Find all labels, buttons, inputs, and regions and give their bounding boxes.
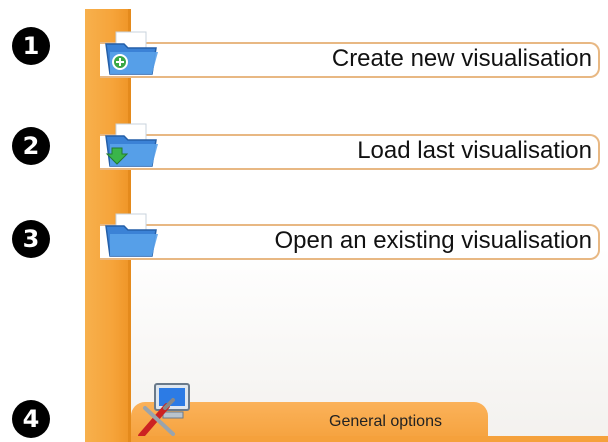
callout-badge-4: 4 xyxy=(12,400,50,438)
load-last-visualisation-button[interactable]: Load last visualisation xyxy=(100,123,600,170)
callout-badge-2: 2 xyxy=(12,127,50,165)
callout-badge-3: 3 xyxy=(12,220,50,258)
bottom-strip xyxy=(131,436,608,442)
tools-computer-icon xyxy=(138,383,190,439)
folder-download-icon xyxy=(105,123,158,167)
callout-badge-1: 1 xyxy=(12,27,50,65)
folder-open-icon xyxy=(105,213,158,257)
row-label: Open an existing visualisation xyxy=(274,227,592,254)
row-label: Create new visualisation xyxy=(331,45,592,72)
folder-add-icon xyxy=(105,31,158,75)
general-options-label: General options xyxy=(329,413,442,430)
create-new-visualisation-button[interactable]: Create new visualisation xyxy=(100,31,600,78)
open-existing-visualisation-button[interactable]: Open an existing visualisation xyxy=(100,213,600,260)
row-label: Load last visualisation xyxy=(357,137,592,164)
